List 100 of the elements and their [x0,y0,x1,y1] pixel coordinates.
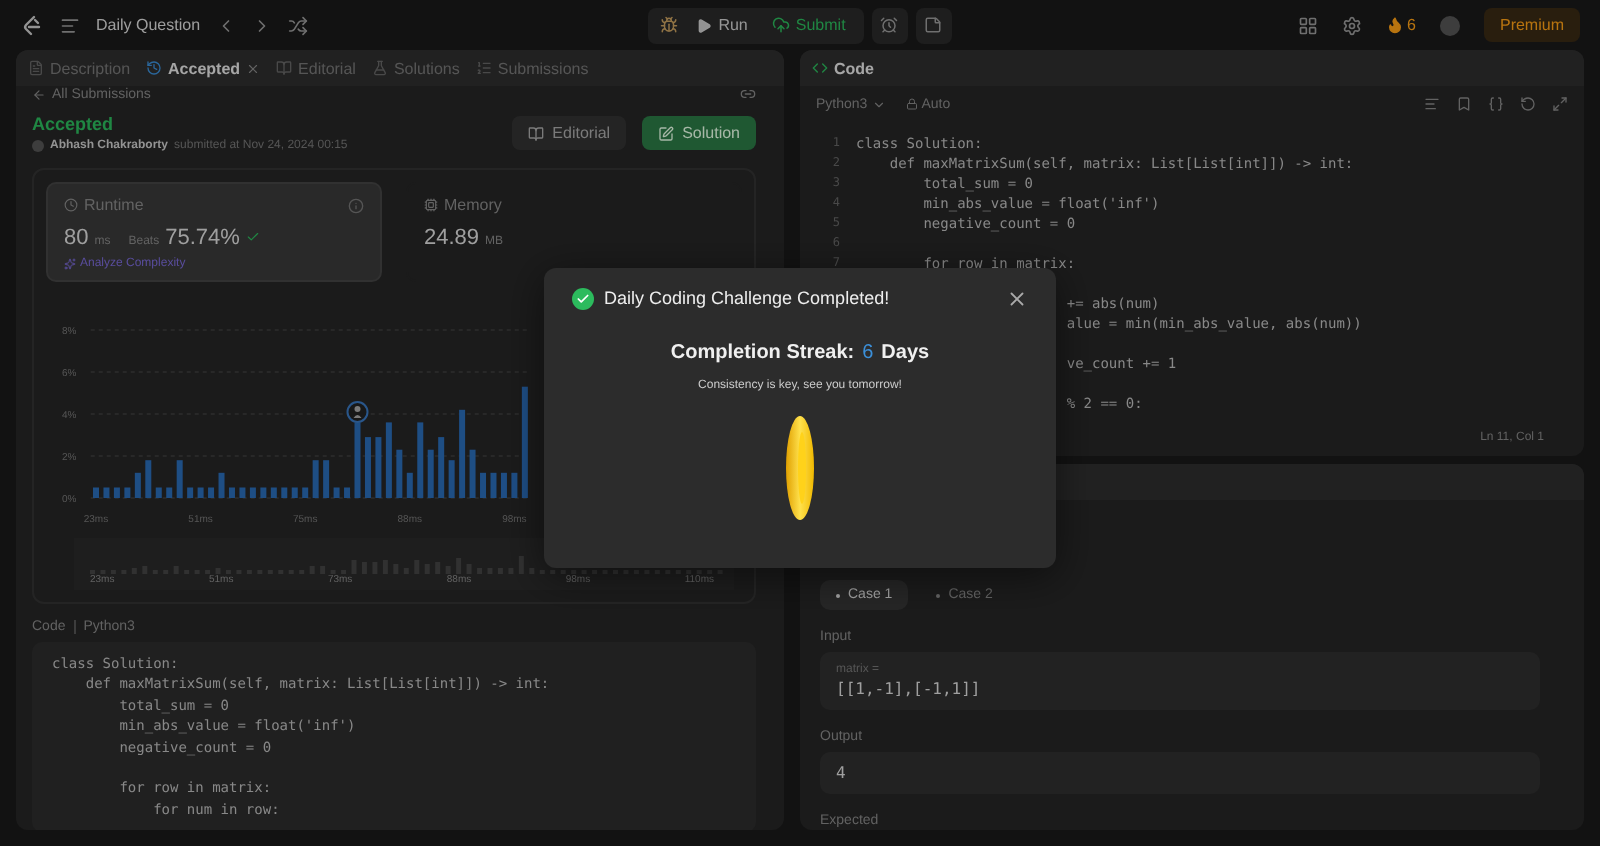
output-value: 4 [836,764,848,782]
alarm-clock-button[interactable] [871,7,908,43]
problem-list-title[interactable]: Daily Question [96,16,201,34]
histogram-bar [427,449,434,498]
close-icon[interactable] [246,61,261,75]
histogram-bar [145,460,152,498]
premium-button[interactable]: Premium [1483,8,1580,42]
check-icon [572,287,594,309]
histogram-bar [270,487,277,498]
lock-icon [905,98,918,110]
streak-counter[interactable]: 6 [1385,16,1416,34]
book-icon [276,60,293,76]
avatar-marker-icon [346,401,369,423]
format-icon[interactable] [1424,96,1440,112]
streak-value: 6 [862,341,874,363]
parameter-value: [[1,-1],[-1,1]] [836,680,983,698]
histogram-bar [333,487,340,498]
histogram-bar [511,472,518,498]
note-button[interactable] [915,7,952,43]
sparkles-icon [64,258,76,270]
histogram-bar [187,487,194,498]
pen-icon [658,125,675,141]
upload-icon [771,16,790,34]
histogram-bar [396,449,403,498]
histogram-bar [103,487,110,498]
chip-icon [424,198,438,212]
reset-icon[interactable] [1520,96,1536,112]
histogram-bar [490,472,497,498]
clock-icon [64,198,78,212]
stat-title: Memory [424,196,502,214]
code-icon [812,60,828,76]
editorial-button[interactable]: Editorial [512,116,627,150]
close-icon[interactable] [1006,287,1028,309]
logo-icon[interactable] [20,13,44,37]
histogram-bar [176,460,183,498]
histogram-bar [239,487,246,498]
histogram-bar [166,487,173,498]
histogram-bar [385,422,392,498]
histogram-bar [134,472,141,498]
histogram-bar [448,460,455,498]
code-tab[interactable]: Code [812,59,874,77]
bug-icon[interactable] [660,16,679,34]
stat-value: 24.89 [424,226,480,250]
chevron-down-icon [871,97,886,111]
flask-icon [371,60,388,76]
stat-title: Runtime [64,196,144,214]
histogram-bar [124,487,131,498]
list-icon[interactable] [60,15,80,35]
note-icon [924,16,943,34]
shuffle-icon[interactable] [288,15,309,35]
histogram-bar [500,472,507,498]
histogram-bar [480,472,486,498]
braces-icon[interactable] [1488,96,1504,112]
histogram-bar [406,472,413,498]
history-icon [146,60,163,76]
histogram-bar [281,487,288,498]
histogram-bar [229,487,235,498]
beats-percent: 75.74% [165,226,240,250]
histogram-bar [93,487,99,498]
histogram-bar [249,487,256,498]
histogram-bar [113,487,120,498]
arrow-left-icon [32,87,46,101]
streak-label: Completion Streak: [670,341,855,363]
histogram-bar [208,487,215,498]
panel-tab[interactable]: Accepted [146,59,241,77]
histogram-bar [459,409,466,498]
histogram-bar [312,460,319,498]
flame-icon [1385,16,1404,34]
histogram-bar [291,487,298,498]
histogram-bar [197,487,204,498]
dialog-title: Daily Coding Challenge Completed! [604,288,890,308]
grid-icon[interactable] [1297,15,1318,35]
play-icon [696,17,713,33]
histogram-bar [344,487,351,498]
alarm-clock-icon [880,16,899,34]
bookmark-icon[interactable] [1456,96,1472,112]
histogram-bar [260,487,267,498]
solution-button[interactable]: Solution [642,116,756,150]
submission-status: Accepted [32,114,116,134]
histogram-bar [417,422,424,498]
list-icon [475,60,492,76]
stat-value: 80 [64,226,89,250]
document-icon [28,60,44,76]
run-button[interactable]: Run [690,16,754,34]
histogram-bar [323,460,330,498]
histogram-bar [155,487,162,498]
histogram-bar [521,386,528,498]
streak-unit: Days [881,341,930,363]
submit-button[interactable]: Submit [765,16,852,34]
settings-icon[interactable] [1341,15,1362,35]
check-icon [245,230,260,244]
info-icon[interactable] [348,197,364,213]
histogram-bar [218,472,225,498]
expand-icon[interactable] [1552,96,1568,112]
histogram-bar [438,437,445,498]
author-avatar [32,140,44,152]
histogram-bar [302,487,309,498]
histogram-bar [469,449,476,498]
histogram-bar [375,437,382,498]
link-icon[interactable] [740,86,756,102]
